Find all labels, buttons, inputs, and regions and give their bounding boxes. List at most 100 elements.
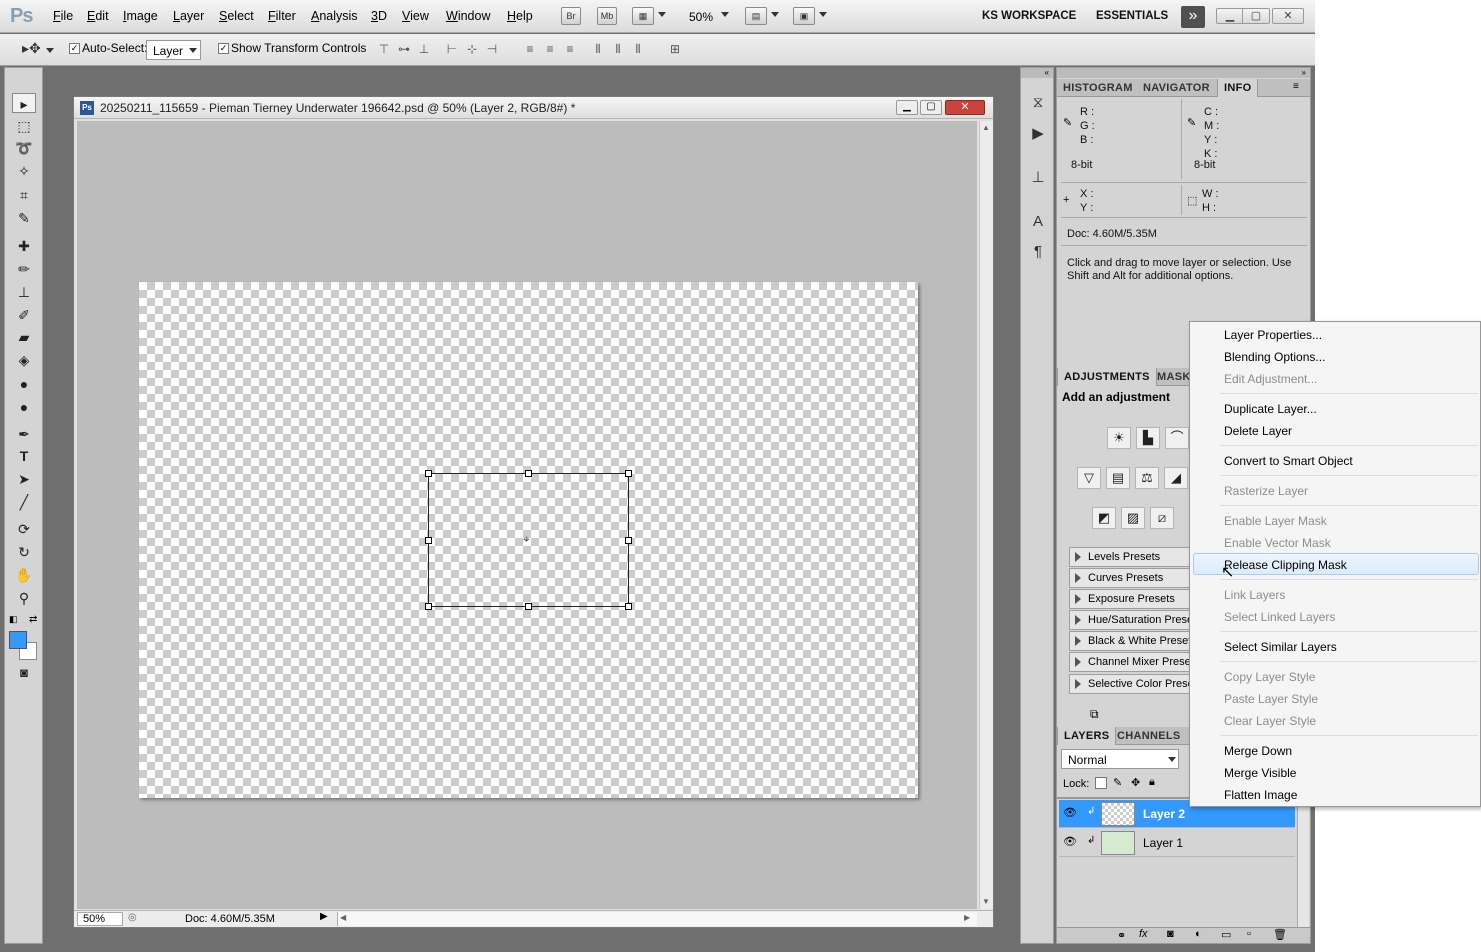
distribute-top-icon[interactable]: ≡ bbox=[522, 42, 538, 56]
menu-item-blending-options[interactable]: Blending Options... bbox=[1224, 346, 1325, 368]
menu-item-select-linked-layers[interactable]: Select Linked Layers bbox=[1224, 606, 1335, 628]
menu-item-convert-smart-object[interactable]: Convert to Smart Object bbox=[1224, 450, 1353, 472]
line-tool-icon[interactable]: ╱ bbox=[12, 492, 36, 512]
lock-image-icon[interactable]: ✎ bbox=[1113, 776, 1122, 789]
distribute-hcenter-icon[interactable]: ⫴ bbox=[610, 42, 626, 56]
lock-transparent-icon[interactable] bbox=[1095, 777, 1107, 789]
healing-brush-tool-icon[interactable]: ✚ bbox=[12, 236, 36, 256]
preset-channel-mixer[interactable]: Channel Mixer Presets bbox=[1069, 652, 1199, 672]
transparent-canvas[interactable]: ⌖ bbox=[139, 282, 918, 798]
chevron-down-icon[interactable] bbox=[721, 12, 729, 17]
chevron-down-icon[interactable] bbox=[819, 12, 827, 17]
eyedropper-tool-icon[interactable]: ✎ bbox=[12, 208, 36, 228]
history-panel-icon[interactable]: ⧖ bbox=[1028, 94, 1048, 114]
more-workspaces-button[interactable]: » bbox=[1181, 6, 1205, 28]
preset-selective-color[interactable]: Selective Color Presets bbox=[1069, 674, 1199, 694]
zoom-level[interactable]: 50% bbox=[689, 10, 713, 24]
distribute-vcenter-icon[interactable]: ≡ bbox=[542, 42, 558, 56]
lock-all-icon[interactable]: 🔒︎ bbox=[1149, 776, 1155, 789]
trash-icon[interactable]: 🗑︎ bbox=[1273, 928, 1287, 941]
menu-file[interactable]: File bbox=[53, 9, 73, 23]
scroll-right-icon[interactable]: ▶ bbox=[964, 913, 970, 922]
scroll-left-icon[interactable]: ◀ bbox=[340, 913, 346, 922]
menu-item-clear-layer-style[interactable]: Clear Layer Style bbox=[1224, 710, 1316, 732]
preset-black-white[interactable]: Black & White Presets bbox=[1069, 631, 1199, 651]
hand-tool-icon[interactable]: ✋ bbox=[12, 565, 36, 585]
path-selection-tool-icon[interactable]: ➤ bbox=[12, 469, 36, 489]
lock-position-icon[interactable]: ✥ bbox=[1131, 776, 1140, 789]
transform-handle[interactable] bbox=[625, 537, 632, 544]
auto-select-checkbox[interactable]: ✓ bbox=[69, 43, 80, 54]
menu-layer[interactable]: Layer bbox=[173, 9, 204, 23]
screen-mode-icon[interactable]: ▣ bbox=[793, 7, 815, 25]
maximize-button[interactable]: ▢ bbox=[1242, 8, 1270, 24]
type-tool-icon[interactable]: T bbox=[12, 446, 36, 466]
blur-tool-icon[interactable]: ● bbox=[12, 374, 36, 394]
3d-orbit-tool-icon[interactable]: ↻ bbox=[12, 542, 36, 562]
minimize-button[interactable]: ▁ bbox=[1216, 8, 1244, 24]
curves-icon[interactable]: ⌒ bbox=[1165, 427, 1189, 449]
actions-panel-icon[interactable]: ▶ bbox=[1028, 124, 1048, 144]
tab-navigator[interactable]: NAVIGATOR bbox=[1137, 79, 1216, 97]
tab-adjustments[interactable]: ADJUSTMENTS bbox=[1057, 368, 1157, 386]
menu-image[interactable]: Image bbox=[123, 9, 158, 23]
transform-handle[interactable] bbox=[425, 470, 432, 477]
foreground-color-swatch[interactable] bbox=[9, 631, 27, 649]
scroll-down-icon[interactable]: ▼ bbox=[982, 897, 990, 906]
menu-item-enable-layer-mask[interactable]: Enable Layer Mask bbox=[1224, 510, 1327, 532]
paint-bucket-tool-icon[interactable]: ◈ bbox=[12, 350, 36, 370]
preset-hue-saturation[interactable]: Hue/Saturation Presets bbox=[1069, 610, 1199, 630]
menu-view[interactable]: View bbox=[402, 9, 429, 23]
vertical-scrollbar[interactable]: ▲ ▼ bbox=[979, 121, 993, 909]
levels-icon[interactable]: ▙ bbox=[1136, 427, 1160, 449]
invert-icon[interactable]: ◩ bbox=[1092, 507, 1116, 529]
extras-icon[interactable]: ▦ bbox=[632, 7, 654, 25]
doc-close-button[interactable]: ✕ bbox=[945, 100, 985, 115]
menu-item-paste-layer-style[interactable]: Paste Layer Style bbox=[1224, 688, 1318, 710]
menu-window[interactable]: Window bbox=[446, 9, 490, 23]
menu-item-edit-adjustment[interactable]: Edit Adjustment... bbox=[1224, 368, 1317, 390]
align-top-icon[interactable]: ⊤ bbox=[376, 42, 392, 56]
bridge-button[interactable]: Br bbox=[561, 7, 581, 25]
close-button[interactable]: ✕ bbox=[1272, 8, 1304, 24]
workspace-essentials[interactable]: ESSENTIALS bbox=[1096, 10, 1168, 22]
mini-bridge-button[interactable]: Mb bbox=[597, 7, 617, 25]
link-layers-icon[interactable]: ⚭ bbox=[1117, 929, 1126, 942]
tab-channels[interactable]: CHANNELS bbox=[1111, 727, 1187, 745]
layer-row-layer-1[interactable]: 👁︎ ↲ Layer 1 bbox=[1059, 829, 1295, 857]
reference-point-icon[interactable]: ⌖ bbox=[523, 532, 530, 547]
paragraph-panel-icon[interactable]: ¶ bbox=[1028, 243, 1048, 263]
menu-item-copy-layer-style[interactable]: Copy Layer Style bbox=[1224, 666, 1315, 688]
3d-rotate-tool-icon[interactable]: ⟳ bbox=[12, 519, 36, 539]
preset-exposure[interactable]: Exposure Presets bbox=[1069, 589, 1199, 609]
align-vcenter-icon[interactable]: ⊶ bbox=[396, 42, 412, 56]
workspace-ks[interactable]: KS WORKSPACE bbox=[982, 10, 1076, 22]
clone-source-panel-icon[interactable]: ⊥ bbox=[1028, 168, 1048, 188]
tab-layers[interactable]: LAYERS bbox=[1057, 727, 1117, 745]
menu-item-layer-properties[interactable]: Layer Properties... bbox=[1224, 324, 1322, 346]
expand-icon[interactable]: « bbox=[1021, 68, 1053, 78]
lasso-tool-icon[interactable]: ➰ bbox=[12, 138, 36, 158]
brush-tool-icon[interactable]: ✏ bbox=[12, 259, 36, 279]
gradient-map-icon[interactable]: ▨ bbox=[1121, 507, 1145, 529]
menu-item-rasterize-layer[interactable]: Rasterize Layer bbox=[1224, 480, 1308, 502]
layers-scrollbar[interactable] bbox=[1297, 797, 1309, 927]
menu-item-enable-vector-mask[interactable]: Enable Vector Mask bbox=[1224, 532, 1331, 554]
menu-item-merge-down[interactable]: Merge Down bbox=[1224, 740, 1292, 762]
brightness-contrast-icon[interactable]: ☀ bbox=[1107, 427, 1131, 449]
menu-filter[interactable]: Filter bbox=[268, 9, 296, 23]
adjustment-layer-icon[interactable]: ◐ bbox=[1195, 928, 1202, 940]
horizontal-scrollbar[interactable]: ◀ ▶ bbox=[337, 912, 977, 926]
move-tool-icon[interactable]: ▸ bbox=[12, 93, 36, 113]
hue-saturation-icon[interactable]: ▤ bbox=[1106, 467, 1130, 489]
tab-histogram[interactable]: HISTOGRAM bbox=[1057, 79, 1139, 97]
chevron-down-icon[interactable] bbox=[46, 48, 54, 53]
menu-item-delete-layer[interactable]: Delete Layer bbox=[1224, 420, 1292, 442]
align-right-icon[interactable]: ⊣ bbox=[484, 42, 500, 56]
preset-levels[interactable]: Levels Presets bbox=[1069, 547, 1199, 567]
auto-align-icon[interactable]: ⊞ bbox=[667, 42, 683, 56]
show-transform-checkbox[interactable]: ✓ bbox=[218, 43, 229, 54]
transform-handle[interactable] bbox=[625, 603, 632, 610]
zoom-tool-icon[interactable]: ⚲ bbox=[12, 588, 36, 608]
status-zoom-field[interactable]: 50% bbox=[77, 912, 123, 926]
